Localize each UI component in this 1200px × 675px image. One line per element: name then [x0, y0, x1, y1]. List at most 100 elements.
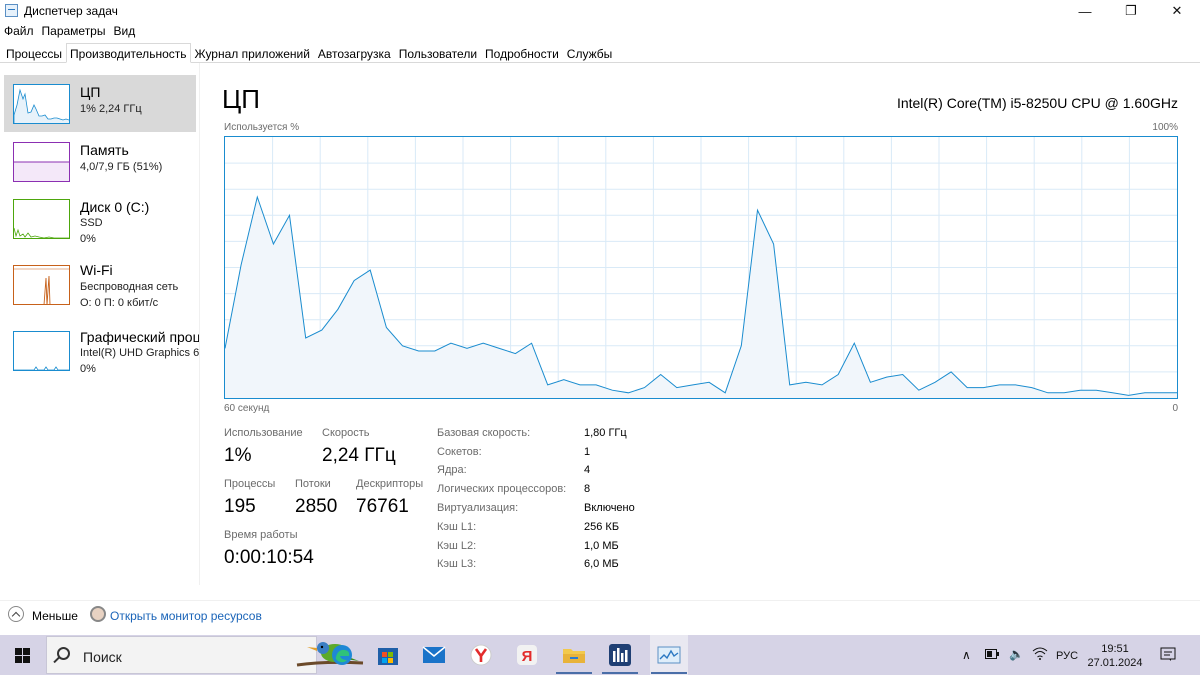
mail-icon[interactable]	[420, 641, 448, 669]
resource-monitor-icon	[90, 606, 106, 622]
speed-label: Скорость	[322, 427, 370, 439]
menu-options[interactable]: Параметры	[38, 22, 110, 42]
sidebar-gpu-usage: 0%	[80, 363, 96, 375]
input-language-indicator[interactable]: РУС	[1056, 650, 1078, 662]
sidebar-cpu-sub: 1% 2,24 ГГц	[80, 103, 142, 115]
sidebar-item-gpu[interactable]: Графический процессор 0 Intel(R) UHD Gra…	[4, 322, 200, 379]
sidebar-gpu-title: Графический процессор 0	[80, 329, 200, 345]
disk-mini-graph	[13, 199, 70, 239]
collapse-chevron-icon[interactable]	[8, 606, 24, 622]
tab-startup[interactable]: Автозагрузка	[314, 43, 395, 63]
search-icon	[57, 647, 70, 660]
x-axis-label: 60 секунд	[224, 403, 270, 414]
sidebar-wifi-throughput: О: 0 П: 0 кбит/с	[80, 297, 159, 309]
uptime-value: 0:00:10:54	[224, 547, 314, 568]
usage-label: Использование	[224, 427, 303, 439]
clock-time: 19:51	[1101, 643, 1129, 655]
processes-value: 195	[224, 496, 256, 517]
maximize-button[interactable]: ❐	[1108, 0, 1154, 22]
task-manager-taskbar-icon[interactable]	[650, 635, 688, 675]
processes-label: Процессы	[224, 478, 276, 490]
yandex-browser-icon[interactable]	[467, 641, 495, 669]
spec-value: 8	[584, 483, 591, 495]
spec-label: Кэш L3:	[437, 558, 477, 570]
sidebar-divider	[199, 63, 200, 585]
menu-view[interactable]: Вид	[109, 22, 139, 42]
tab-performance[interactable]: Производительность	[66, 43, 191, 63]
wifi-mini-graph	[13, 265, 70, 305]
store-icon[interactable]	[374, 641, 402, 669]
gpu-mini-graph	[13, 331, 70, 371]
tab-services[interactable]: Службы	[563, 43, 616, 63]
sidebar-disk-usage: 0%	[80, 233, 96, 245]
sidebar-item-wifi[interactable]: Wi-Fi Беспроводная сеть О: 0 П: 0 кбит/с	[4, 256, 196, 313]
sidebar-item-disk[interactable]: Диск 0 (C:) SSD 0%	[4, 190, 196, 247]
spec-label: Виртуализация:	[437, 502, 519, 514]
handles-value: 76761	[356, 496, 409, 517]
wifi-signal-icon[interactable]	[1032, 647, 1048, 663]
spec-value: 6,0 МБ	[584, 558, 619, 570]
spec-label: Кэш L1:	[437, 521, 477, 533]
tab-strip: Процессы Производительность Журнал прило…	[2, 43, 616, 63]
close-button[interactable]: ✕	[1154, 0, 1200, 22]
edge-icon[interactable]	[328, 641, 356, 669]
tab-processes[interactable]: Процессы	[2, 43, 66, 63]
volume-icon[interactable]: 🔈	[1009, 647, 1024, 661]
file-explorer-icon[interactable]	[560, 641, 588, 669]
spec-value: 1	[584, 446, 591, 458]
y-axis-label: Используется %	[224, 122, 300, 133]
tab-app-history[interactable]: Журнал приложений	[191, 43, 314, 63]
spec-value: 4	[584, 464, 591, 476]
cpu-model-name: Intel(R) Core(TM) i5-8250U CPU @ 1.60GHz	[896, 95, 1178, 111]
spec-label: Кэш L2:	[437, 540, 477, 552]
taskbar-search-box[interactable]: Поиск	[46, 636, 364, 674]
speed-value: 2,24 ГГц	[322, 445, 396, 466]
sidebar-wifi-title: Wi-Fi	[80, 262, 113, 278]
battery-icon[interactable]	[985, 649, 999, 662]
page-title: ЦП	[222, 84, 260, 114]
menu-file[interactable]: Файл	[0, 22, 38, 42]
perf-app-icon[interactable]	[606, 641, 634, 669]
perf-app-active-indicator	[602, 672, 638, 674]
sidebar-memory-sub: 4,0/7,9 ГБ (51%)	[80, 161, 163, 173]
task-manager-app-icon	[5, 4, 18, 17]
sidebar-item-cpu[interactable]: ЦП 1% 2,24 ГГц	[4, 75, 196, 132]
minimize-button[interactable]: —	[1062, 0, 1108, 22]
sidebar-disk-title: Диск 0 (C:)	[80, 199, 150, 215]
svg-text:Я: Я	[522, 648, 533, 665]
tray-chevron-up-icon[interactable]: ∧	[962, 648, 971, 662]
explorer-active-indicator	[556, 672, 592, 674]
title-bar: Диспетчер задач — ❐ ✕	[0, 0, 1200, 22]
task-manager-active-indicator	[651, 672, 687, 674]
open-resource-monitor-link[interactable]: Открыть монитор ресурсов	[110, 609, 262, 623]
window-title: Диспетчер задач	[24, 4, 118, 18]
sidebar-gpu-model: Intel(R) UHD Graphics 620	[80, 347, 200, 359]
uptime-label: Время работы	[224, 529, 298, 541]
y-axis-max-label: 100%	[1152, 122, 1178, 133]
spec-value: 1,80 ГГц	[584, 427, 627, 439]
tab-details[interactable]: Подробности	[481, 43, 563, 63]
tab-users[interactable]: Пользователи	[395, 43, 481, 63]
spec-label: Базовая скорость:	[437, 427, 531, 439]
spec-value: 256 КБ	[584, 521, 620, 533]
taskbar: Поиск Я ∧ 🔈 РУС 19:51 27.01.2024	[0, 635, 1200, 675]
sidebar-item-memory[interactable]: Память 4,0/7,9 ГБ (51%)	[4, 133, 196, 190]
fewer-details-button[interactable]: Меньше	[32, 609, 78, 623]
spec-label: Сокетов:	[437, 446, 482, 458]
clock-date: 27.01.2024	[1087, 657, 1143, 669]
yandex-icon[interactable]: Я	[513, 641, 541, 669]
handles-label: Дескрипторы	[356, 478, 424, 490]
threads-label: Потоки	[295, 478, 331, 490]
spec-label: Логических процессоров:	[437, 483, 567, 495]
sidebar-disk-type: SSD	[80, 217, 103, 229]
sidebar-cpu-title: ЦП	[80, 84, 101, 100]
start-button[interactable]	[0, 635, 44, 675]
cpu-usage-graph	[224, 136, 1178, 399]
spec-label: Ядра:	[437, 464, 467, 476]
menu-bar: Файл Параметры Вид	[0, 22, 139, 42]
notification-center-icon[interactable]	[1160, 646, 1176, 665]
spec-value: 1,0 МБ	[584, 540, 619, 552]
cpu-usage-svg	[225, 137, 1177, 398]
taskbar-clock[interactable]: 19:51 27.01.2024	[1080, 642, 1150, 670]
search-placeholder: Поиск	[83, 649, 122, 665]
